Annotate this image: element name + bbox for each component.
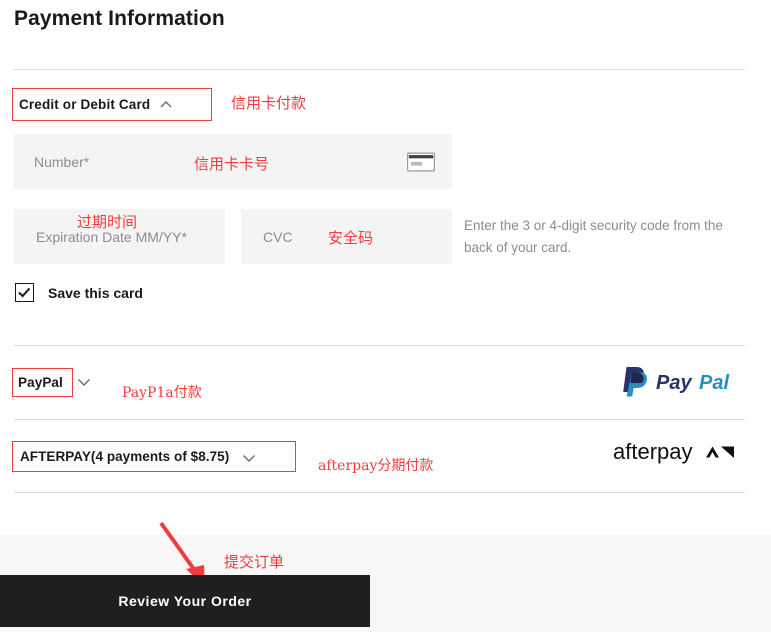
annotation-expiration-date: 过期时间 [77,213,138,231]
chevron-down-icon [241,450,256,464]
save-card-label: Save this card [48,284,143,301]
credit-card-method-selector[interactable]: Credit or Debit Card [12,88,212,121]
svg-text:Pal: Pal [699,372,729,394]
cvc-placeholder: CVC [263,228,293,245]
review-your-order-button[interactable]: Review Your Order [0,575,370,627]
payment-information-page: Payment Information Credit or Debit Card… [0,0,771,632]
divider-after-afterpay [14,492,745,493]
credit-card-method-label: Credit or Debit Card [19,97,151,112]
paypal-logo: Pay Pal [614,363,744,399]
annotation-afterpay: afterpay分期付款 [318,458,434,474]
afterpay-method-label: AFTERPAY(4 payments of $8.75) [20,449,230,464]
divider-after-card [14,345,745,346]
annotation-paypal: PayP1a付款 [122,385,202,401]
page-title: Payment Information [14,7,225,30]
check-icon [18,287,31,298]
svg-text:Pay: Pay [656,372,692,394]
chevron-up-icon [159,98,173,112]
afterpay-logo: afterpay [613,437,744,468]
chevron-down-icon[interactable] [76,374,92,390]
paypal-method-selector[interactable]: PayPal [12,368,73,397]
annotation-card-number: 信用卡卡号 [194,155,270,173]
save-card-row[interactable]: Save this card [15,283,143,302]
divider-after-paypal [14,419,745,420]
credit-card-icon [407,152,435,171]
svg-text:afterpay: afterpay [613,439,693,464]
annotation-review-order: 提交订单 [224,553,285,571]
cvc-help-text: Enter the 3 or 4-digit security code fro… [464,218,723,255]
divider-top [14,69,745,70]
annotation-cvc: 安全码 [328,229,374,247]
save-card-checkbox[interactable] [15,283,34,302]
afterpay-method-selector[interactable]: AFTERPAY(4 payments of $8.75) [12,441,296,472]
annotation-credit-card: 信用卡付款 [231,94,307,112]
paypal-method-label: PayPal [18,375,63,390]
card-number-placeholder: Number* [34,153,90,170]
review-your-order-label: Review Your Order [118,593,252,609]
